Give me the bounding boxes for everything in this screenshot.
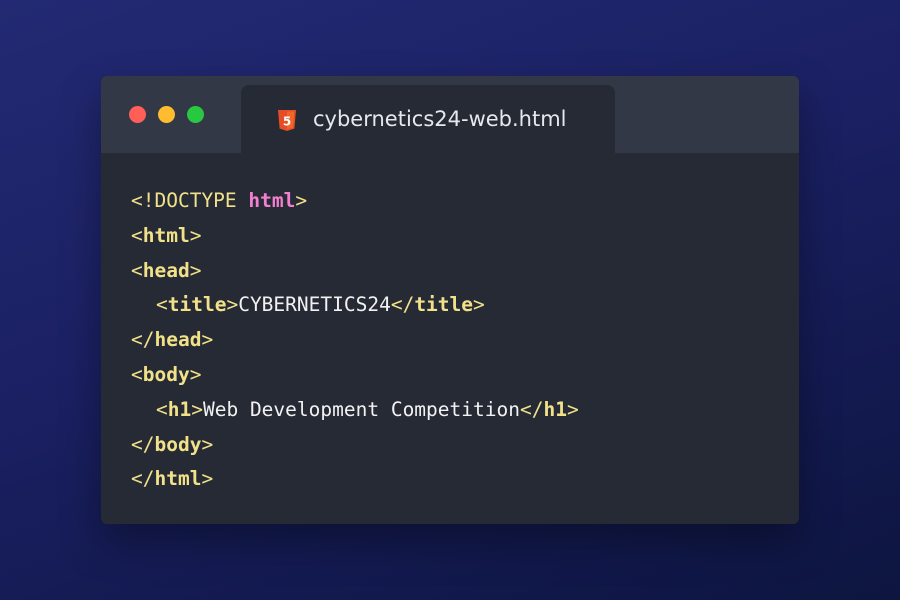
code-tag: head [142, 258, 190, 282]
code-line-h1: <h1>Web Development Competition</h1> [131, 393, 579, 428]
code-bracket: </ [390, 293, 415, 317]
code-bracket: </ [131, 328, 155, 352]
title-bar: 5 cybernetics24-web.html [101, 76, 799, 153]
code-line-html-open: <html> [131, 219, 579, 254]
code-bracket: < [131, 362, 143, 386]
code-line-body-open: <body> [131, 358, 579, 393]
code-editor-window: 5 cybernetics24-web.html <!DOCTYPE html>… [101, 76, 799, 524]
code-line-head-open: <head> [131, 254, 579, 289]
code-bracket: < [131, 223, 143, 247]
maximize-window-button[interactable] [187, 106, 204, 123]
code-line-head-close: </head> [131, 323, 579, 358]
code-tag: body [142, 362, 190, 386]
code-bracket: </ [131, 432, 155, 456]
code-bracket: > [201, 328, 214, 352]
code-bracket: </ [131, 467, 155, 491]
code-tag: title [414, 293, 474, 317]
code-line-html-close: </html> [131, 462, 579, 497]
code-tag: h1 [543, 397, 567, 421]
code-bracket: < [156, 293, 168, 317]
code-bracket: > [295, 189, 308, 212]
code-bracket: <!DOCTYPE [131, 189, 249, 212]
code-bracket: > [473, 293, 485, 317]
code-bracket: > [201, 432, 214, 456]
code-bracket: > [566, 397, 579, 421]
code-tag: html [142, 223, 190, 247]
file-tab[interactable]: 5 cybernetics24-web.html [241, 85, 615, 153]
code-keyword: html [248, 189, 296, 212]
minimize-window-button[interactable] [158, 106, 175, 123]
code-bracket: < [131, 258, 143, 282]
html5-icon: 5 [278, 110, 296, 131]
code-text: Web Development Competition [202, 397, 520, 421]
code-bracket: > [226, 293, 239, 317]
code-tag: body [154, 432, 202, 456]
code-bracket: > [201, 467, 214, 491]
code-text: CYBERNETICS24 [238, 293, 391, 317]
code-line-doctype: <!DOCTYPE html> [131, 184, 579, 219]
code-line-title: <title>CYBERNETICS24</title> [131, 288, 579, 323]
code-tag: html [154, 467, 202, 491]
code-content[interactable]: <!DOCTYPE html> <html> <head> <title>CYB… [131, 184, 579, 497]
html5-icon-label: 5 [283, 115, 291, 129]
close-window-button[interactable] [129, 106, 146, 123]
code-bracket: > [189, 223, 202, 247]
code-bracket: </ [519, 397, 544, 421]
code-tag: title [167, 293, 227, 317]
code-bracket: < [156, 397, 168, 421]
code-bracket: > [189, 362, 202, 386]
code-bracket: > [189, 258, 202, 282]
code-tag: head [154, 328, 202, 352]
code-tag: h1 [167, 397, 192, 421]
tab-filename: cybernetics24-web.html [313, 107, 567, 131]
code-bracket: > [191, 397, 203, 421]
code-line-body-close: </body> [131, 428, 579, 463]
